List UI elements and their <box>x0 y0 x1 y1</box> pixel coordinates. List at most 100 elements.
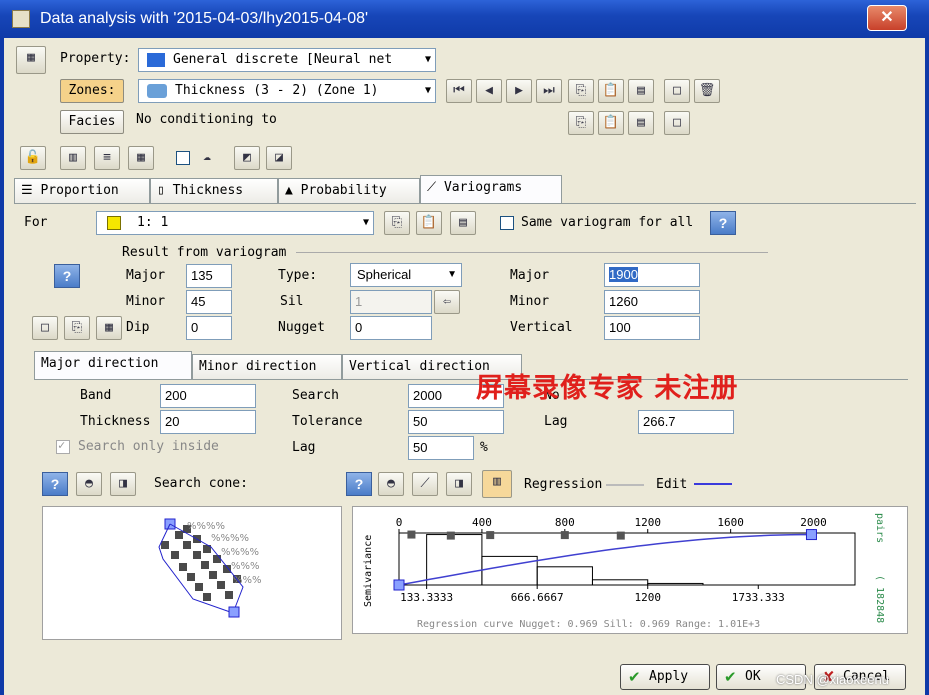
chart-footer: Regression curve Nugget: 0.969 Sill: 0.9… <box>417 619 760 630</box>
last-icon[interactable]: ⏭ <box>536 79 562 103</box>
bars-icon[interactable]: ≡ <box>94 146 120 170</box>
lock-icon[interactable]: 🔓 <box>20 146 46 170</box>
view-icon-2[interactable]: ◓ <box>378 472 404 496</box>
same-variogram-checkbox[interactable] <box>500 216 514 230</box>
nugget-field[interactable]: 0 <box>350 316 432 340</box>
zones-select[interactable]: Thickness (3 - 2) (Zone 1) ▼ <box>138 79 436 103</box>
ok-label: OK <box>745 669 761 684</box>
property-settings-icon[interactable]: ▦ <box>16 46 46 74</box>
new-icon[interactable]: □ <box>664 79 690 103</box>
band-field[interactable]: 200 <box>160 384 256 408</box>
dip-field[interactable]: 0 <box>186 316 232 340</box>
model-control-point[interactable] <box>805 529 817 541</box>
arrow-left-icon[interactable]: ⇦ <box>434 290 460 314</box>
paste-all-icon-2[interactable]: ▤ <box>628 111 654 135</box>
thickness-field[interactable]: 20 <box>160 410 256 434</box>
close-button[interactable]: ✕ <box>867 5 907 31</box>
range-major-field[interactable]: 1900 <box>604 263 700 287</box>
zones-value: Thickness (3 - 2) (Zone 1) <box>175 83 379 98</box>
copy-icon-4[interactable]: ⎘ <box>64 316 90 340</box>
experimental-point <box>407 530 416 539</box>
tolerance-field[interactable]: 50 <box>408 410 504 434</box>
minor-field[interactable]: 45 <box>186 290 232 314</box>
band-label: Band <box>80 388 112 403</box>
facies-conditioning: No conditioning to <box>136 112 277 127</box>
regression-label: Regression <box>524 477 603 492</box>
help-icon-2[interactable]: ? <box>54 264 80 288</box>
tab-thickness[interactable]: ▯ Thickness <box>150 178 278 204</box>
delete-icon[interactable]: 🗑 <box>694 79 720 103</box>
columns-icon[interactable]: ▥ <box>60 146 86 170</box>
cone-end-point <box>228 606 240 618</box>
chevron-down-icon: ▼ <box>447 269 457 280</box>
histogram-icon[interactable]: ▥ <box>482 470 512 498</box>
for-select[interactable]: 1: 1 ▼ <box>96 211 374 235</box>
help-icon-4[interactable]: ? <box>346 472 372 496</box>
new-icon-3[interactable]: □ <box>32 316 58 340</box>
copy-icon-3[interactable]: ⎘ <box>384 211 410 235</box>
check-icon: ✓ <box>58 438 66 452</box>
lag2-field[interactable]: 266.7 <box>638 410 734 434</box>
chevron-down-icon: ▼ <box>424 85 431 96</box>
paste-icon[interactable]: 📋 <box>598 79 624 103</box>
range-major-value: 1900 <box>609 267 638 282</box>
help-icon-3[interactable]: ? <box>42 472 68 496</box>
line-chart-icon[interactable]: ⟋ <box>412 472 438 496</box>
lag-field[interactable]: 50 <box>408 436 474 460</box>
paste-icon-3[interactable]: 📋 <box>416 211 442 235</box>
tab-probability[interactable]: ▲ Probability <box>278 178 420 204</box>
table-icon[interactable]: ▦ <box>96 316 122 340</box>
search-inside-checkbox[interactable]: ✓ <box>56 438 70 454</box>
range-minor-label: Minor <box>510 294 550 309</box>
major-field[interactable]: 135 <box>186 264 232 288</box>
facies-color-swatch <box>107 216 121 230</box>
type-select[interactable]: Spherical ▼ <box>350 263 462 287</box>
search-cone-panel[interactable]: %%%%%%%%%%%%%%%%%% <box>42 506 342 640</box>
view-icon[interactable]: ◓ <box>76 472 102 496</box>
model-control-points[interactable] <box>393 529 817 591</box>
tab-variograms[interactable]: ⟋ Variograms <box>420 175 562 203</box>
zones-button[interactable]: Zones: <box>60 79 124 103</box>
next-icon[interactable]: ▶ <box>506 79 532 103</box>
paste-all-icon-3[interactable]: ▤ <box>450 211 476 235</box>
help-icon[interactable]: ? <box>710 211 736 235</box>
model-control-point[interactable] <box>393 579 405 591</box>
property-select[interactable]: General discrete [Neural net ▼ <box>138 48 436 72</box>
new-icon-2[interactable]: □ <box>664 111 690 135</box>
type-value: Spherical <box>357 267 412 282</box>
top-tick-label: 800 <box>555 516 575 529</box>
experimental-point <box>560 531 569 540</box>
range-vertical-field[interactable]: 100 <box>604 316 700 340</box>
apply-button[interactable]: ✔ Apply <box>620 664 710 690</box>
paste-icon-2[interactable]: 📋 <box>598 111 624 135</box>
variogram-panel[interactable]: 0 400 800 1200 1600 2000 133.3333 666.6667 1200… <box>352 506 908 634</box>
y-axis-label: Semivariance <box>363 535 374 607</box>
paste-all-icon[interactable]: ▤ <box>628 79 654 103</box>
zone-icon <box>147 84 167 98</box>
zoom-icon[interactable]: ◨ <box>110 472 136 496</box>
chart-icon-1[interactable]: ◩ <box>234 146 260 170</box>
variogram-icon: ⟋ <box>427 180 444 195</box>
copy-icon[interactable]: ⎘ <box>568 79 594 103</box>
chevron-down-icon: ▼ <box>424 54 431 65</box>
for-value: 1: 1 <box>137 215 169 230</box>
bottom-tick-label: 666.6667 <box>511 591 564 604</box>
grid-color-icon[interactable]: ▦ <box>128 146 154 170</box>
pairs-label: pairs <box>874 513 885 543</box>
copy-icon-2[interactable]: ⎘ <box>568 111 594 135</box>
tab-minor-direction[interactable]: Minor direction <box>192 354 342 380</box>
variogram-chart: 0 400 800 1200 1600 2000 133.3333 666.6667 1200… <box>363 513 885 630</box>
title-bar: Data analysis with '2015-04-03/lhy2015-0… <box>0 0 929 38</box>
toolbar-checkbox[interactable] <box>176 151 190 165</box>
facies-button[interactable]: Facies <box>60 110 124 134</box>
tab-major-direction[interactable]: Major direction <box>34 351 192 379</box>
zoom-icon-2[interactable]: ◨ <box>446 472 472 496</box>
tab-proportion[interactable]: ☰ Proportion <box>14 178 150 204</box>
prev-icon[interactable]: ◀ <box>476 79 502 103</box>
tab-label: Probability <box>300 183 387 198</box>
search-cone-plot: %%%%%%%%%%%%%%%%%% <box>158 518 262 618</box>
range-minor-field[interactable]: 1260 <box>604 290 700 314</box>
first-icon[interactable]: ⏮ <box>446 79 472 103</box>
chart-icon-2[interactable]: ◪ <box>266 146 292 170</box>
svg-text:%%%: %%% <box>231 561 260 572</box>
